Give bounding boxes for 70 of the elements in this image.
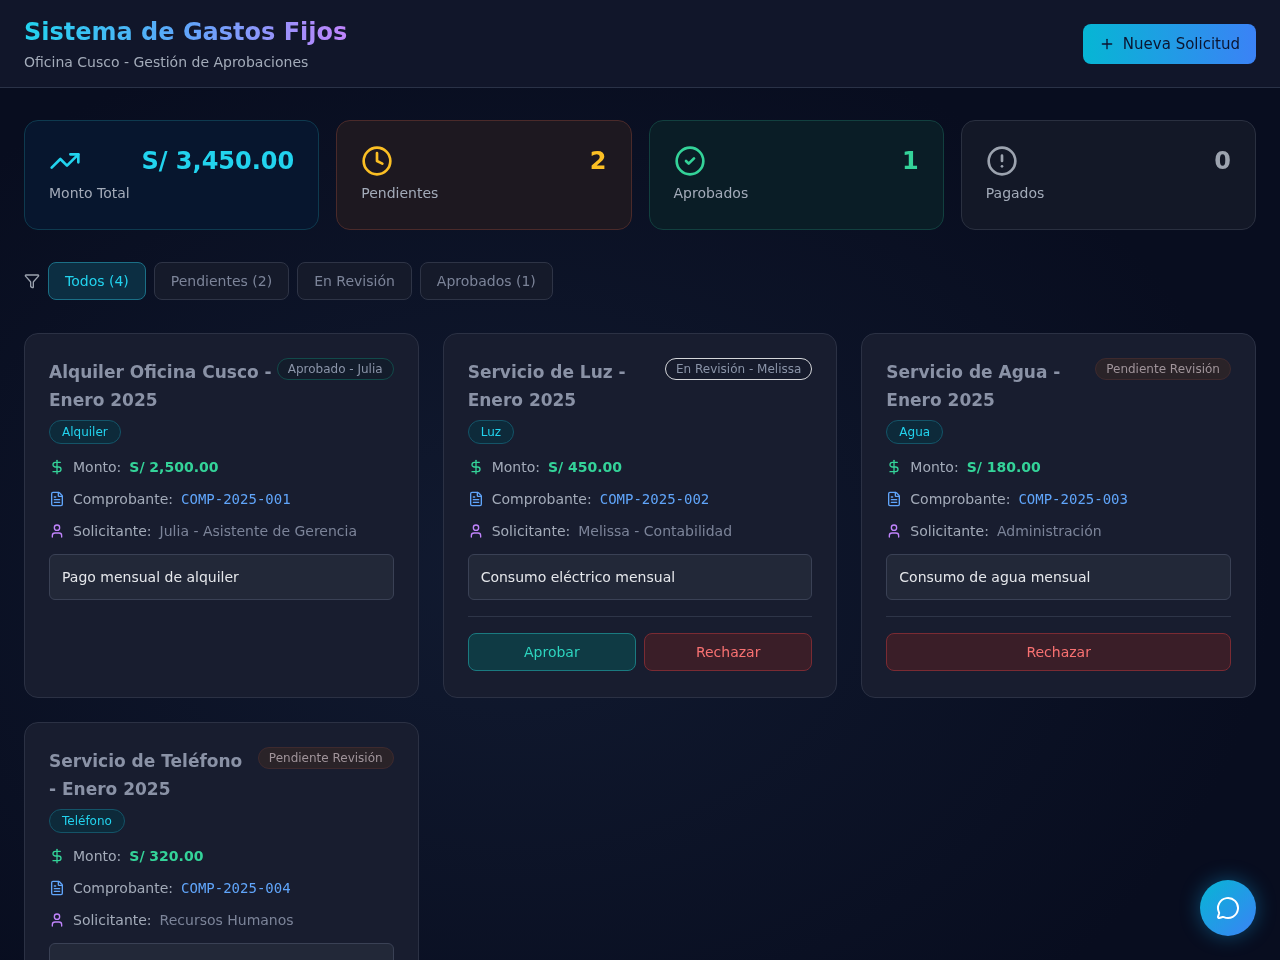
document-icon <box>49 880 65 896</box>
stat-label: Pagados <box>985 185 1045 201</box>
requester-value: Administración <box>996 523 1102 539</box>
status-badge: Pendiente Revisión <box>1095 358 1231 380</box>
description-text: Pago mensual de alquiler <box>49 554 394 600</box>
reject-button[interactable]: Rechazar <box>644 633 813 671</box>
stat-value: 2 <box>589 147 607 175</box>
stat-value: 1 <box>902 147 919 175</box>
stat-value: S/ 3,450.00 <box>141 147 295 175</box>
request-title: Servicio de Teléfono - Enero 2025 <box>49 750 244 801</box>
request-title: Servicio de Luz - Enero 2025 <box>467 361 627 412</box>
filter-tab[interactable]: Pendientes (2) <box>153 262 290 300</box>
voucher-value: COMP-2025-002 <box>599 491 710 507</box>
description-text: Consumo eléctrico mensual <box>467 554 813 600</box>
document-icon <box>886 491 903 507</box>
requester-value: Melissa - Contabilidad <box>578 523 733 539</box>
approve-button[interactable]: Aprobar <box>467 633 636 671</box>
requester-label: Solicitante: <box>491 523 571 539</box>
voucher-value: COMP-2025-003 <box>1018 491 1128 507</box>
voucher-label: Comprobante: <box>910 491 1011 507</box>
stat-label: Aprobados <box>673 185 749 201</box>
request-title: Servicio de Agua - Enero 2025 <box>886 361 1062 412</box>
status-badge: Aprobado - Julia <box>276 358 394 380</box>
description-text: Consumo de agua mensual <box>886 554 1231 600</box>
reject-button[interactable]: Rechazar <box>886 633 1231 671</box>
voucher-value: COMP-2025-004 <box>181 880 291 896</box>
category-tag: Teléfono <box>49 809 125 833</box>
category-tag: Luz <box>467 420 515 444</box>
amount-value: S/ 180.00 <box>966 459 1041 475</box>
requester-value: Recursos Humanos <box>159 912 294 928</box>
amount-label: Monto: <box>910 459 959 475</box>
new-request-button[interactable]: Nueva Solicitud <box>1082 23 1256 64</box>
requester-value: Julia - Asistente de Gerencia <box>159 523 357 539</box>
voucher-label: Comprobante: <box>73 880 174 896</box>
stat-value: 0 <box>1214 147 1231 175</box>
dollar-icon <box>49 459 65 475</box>
category-tag: Alquiler <box>49 420 121 444</box>
alert-circle-icon <box>985 145 1018 177</box>
amount-label: Monto: <box>491 459 540 475</box>
user-icon <box>49 523 65 539</box>
amount-label: Monto: <box>73 848 122 864</box>
voucher-label: Comprobante: <box>491 491 592 507</box>
filter-tab[interactable]: Aprobados (1) <box>419 262 553 300</box>
document-icon <box>467 491 484 507</box>
voucher-value: COMP-2025-001 <box>181 491 291 507</box>
requester-label: Solicitante: <box>73 523 152 539</box>
clock-icon <box>361 145 394 177</box>
check-circle-icon <box>673 145 706 177</box>
amount-value: S/ 2,500.00 <box>129 459 219 475</box>
chat-button[interactable] <box>1200 880 1256 936</box>
document-icon <box>49 491 65 507</box>
filter-tab[interactable]: Todos (4) <box>48 262 146 300</box>
amount-value: S/ 320.00 <box>129 848 204 864</box>
status-badge: Pendiente Revisión <box>257 747 394 769</box>
filter-tab[interactable]: En Revisión <box>297 262 412 300</box>
status-badge: En Revisión - Melissa <box>664 358 813 380</box>
filter-icon <box>24 273 40 289</box>
requester-label: Solicitante: <box>73 912 152 928</box>
voucher-label: Comprobante: <box>73 491 174 507</box>
requester-label: Solicitante: <box>910 523 989 539</box>
stat-label: Monto Total <box>49 185 130 201</box>
app-subtitle: Oficina Cusco - Gestión de Aprobaciones <box>24 53 310 70</box>
request-title: Alquiler Oficina Cusco - Enero 2025 <box>49 361 273 412</box>
category-tag: Agua <box>886 420 944 444</box>
user-icon <box>49 912 65 928</box>
amount-label: Monto: <box>73 459 122 475</box>
amount-value: S/ 450.00 <box>547 459 623 475</box>
stat-label: Pendientes <box>361 185 439 201</box>
dollar-icon <box>49 848 65 864</box>
chat-icon <box>1216 896 1240 920</box>
